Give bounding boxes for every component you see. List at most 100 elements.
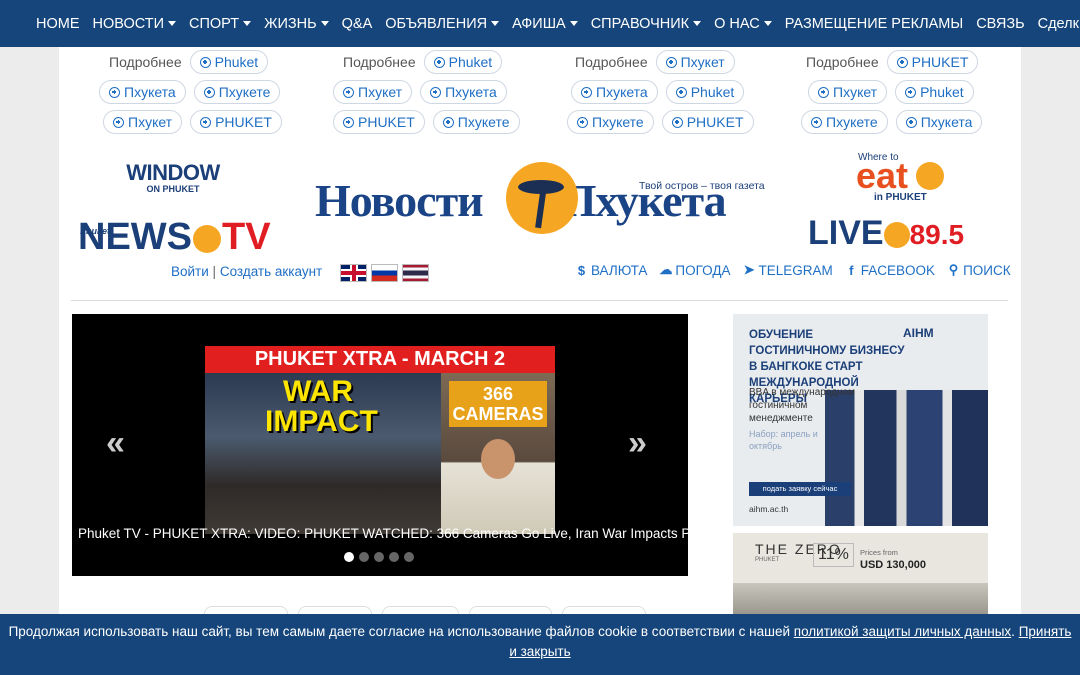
tag-chip[interactable]: Пхукета [895, 110, 983, 134]
nav-item[interactable]: HOME [36, 16, 80, 32]
tag-row: PHUKET Пхукете [333, 110, 528, 134]
nav-item[interactable]: СПРАВОЧНИК [590, 15, 702, 32]
plus-circle-icon [577, 116, 588, 128]
tag-chip-label: Пхукета [445, 84, 497, 100]
slider-dot[interactable] [359, 552, 369, 562]
tag-chip[interactable]: Пхукете [801, 110, 888, 134]
plus-circle-icon [343, 86, 354, 98]
cookie-period: . [1011, 624, 1015, 639]
phuket-news-tv-logo[interactable]: Phuket NEWS TV [78, 216, 271, 258]
tag-chip-label: Phuket [448, 54, 493, 70]
tag-chip-label: Phuket [690, 84, 735, 100]
tool-link-telegram[interactable]: ➤ TELEGRAM [743, 262, 833, 278]
flag-ru-icon[interactable] [371, 264, 398, 282]
more-label: Подробнее [109, 54, 182, 70]
main-logo-left: Новости [315, 175, 484, 226]
nav-item-label: РАЗМЕЩЕНИЕ РЕКЛАМЫ [784, 15, 964, 32]
tag-row: Пхукет Пхукета [333, 80, 528, 104]
tag-chip[interactable]: PHUKET [661, 110, 754, 134]
tag-chip-label: PHUKET [358, 114, 415, 130]
ad1-cta-button[interactable]: подать заявку сейчас [749, 482, 851, 496]
tag-chip[interactable]: Пхукете [432, 110, 520, 134]
tag-chip[interactable]: PHUKET [190, 110, 282, 134]
featured-slider[interactable]: PHUKET XTRA - MARCH 2 WAR IMPACT 366 CAM… [72, 314, 688, 576]
war-impact-text: WAR IMPACT [265, 375, 378, 438]
search-icon: ⚲ [948, 262, 959, 277]
tool-link-валюта[interactable]: $ ВАЛЮТА [575, 262, 648, 278]
tag-chip-label: Пхукет [358, 84, 403, 100]
tag-chip[interactable]: Phuket [189, 50, 269, 74]
tag-chip[interactable]: PHUKET [886, 50, 979, 74]
tag-chip[interactable]: PHUKET [333, 110, 425, 134]
tag-chip-label: Пхукет [680, 54, 725, 70]
tool-link-поиск[interactable]: ⚲ ПОИСК [947, 262, 1011, 278]
privacy-policy-link[interactable]: политикой защиты личных данных [794, 624, 1011, 639]
ad-the-zero[interactable]: THE ZERO PHUKET 11% Prices from USD 130,00… [733, 533, 988, 623]
slider-prev-arrow-icon[interactable]: « [106, 426, 125, 460]
nav-item[interactable]: СПОРТ [189, 16, 252, 32]
dollar-icon: $ [577, 262, 586, 278]
tool-link-погода[interactable]: ☁ ПОГОДА [659, 262, 730, 278]
tag-chip[interactable]: Пхукет [808, 80, 888, 104]
ad-aihm[interactable]: ОБУЧЕНИЕ ГОСТИНИЧНОМУ БИЗНЕСУ В БАНГКОКЕ… [733, 314, 988, 526]
live-radio-logo[interactable]: LIVE 89.5 [808, 214, 964, 254]
tag-column: Подробнее Phuket Пхукет Пхукета PHUKET Пхукет… [333, 50, 528, 140]
telegram-icon: ➤ [743, 262, 755, 277]
tag-row: Подробнее Phuket [333, 50, 528, 74]
tag-chip-label: Phuket [214, 54, 259, 70]
slide-image[interactable]: PHUKET XTRA - MARCH 2 WAR IMPACT 366 CAM… [205, 346, 555, 534]
nav-item[interactable]: ЖИЗНЬ [264, 16, 329, 32]
plus-circle-icon [675, 86, 687, 98]
tag-column: Подробнее Пхукет Пхукета Phuket Пхукете PHUKE… [567, 50, 762, 140]
slider-dot[interactable] [374, 552, 384, 562]
window-on-phuket-logo[interactable]: WINDOW ON PHUKET [126, 162, 220, 195]
flag-th-icon[interactable] [402, 264, 429, 282]
tag-chip[interactable]: Пхукета [99, 80, 186, 104]
live-frequency: 89.5 [909, 219, 965, 250]
slider-dot[interactable] [404, 552, 414, 562]
tag-chip[interactable]: Phuket [895, 80, 974, 104]
ad2-price: Prices from USD 130,000 [860, 547, 926, 572]
nav-item[interactable]: АФИША [512, 16, 578, 32]
plus-circle-icon [905, 116, 917, 128]
plus-circle-icon [199, 56, 211, 68]
tag-chip-label: Пхукете [218, 84, 271, 100]
tag-chip[interactable]: Пхукета [420, 80, 507, 104]
register-link[interactable]: Создать аккаунт [220, 264, 322, 279]
tag-chip[interactable]: Пхукете [193, 80, 281, 104]
chevron-down-icon [320, 21, 329, 26]
slider-dot[interactable] [344, 552, 354, 562]
nav-item[interactable]: РАЗМЕЩЕНИЕ РЕКЛАМЫ [785, 16, 963, 32]
nav-item[interactable]: СВЯЗЬ [976, 16, 1024, 32]
plus-circle-icon [430, 86, 442, 98]
slider-dot[interactable] [389, 552, 399, 562]
tag-chip[interactable]: Пхукет [333, 80, 413, 104]
tag-chip[interactable]: Пхукет [103, 110, 183, 134]
tag-chip-label: PHUKET [911, 54, 969, 70]
plus-circle-icon [109, 86, 120, 98]
slider-next-arrow-icon[interactable]: » [628, 426, 647, 460]
tool-label: FACEBOOK [860, 262, 936, 278]
plus-circle-icon [343, 116, 354, 128]
language-flags [340, 264, 433, 282]
login-link[interactable]: Войти [171, 264, 209, 279]
nav-item[interactable]: НОВОСТИ [93, 16, 176, 32]
main-site-logo[interactable]: Новости Пхукета Твой остров – твоя газета [315, 160, 765, 238]
tool-link-facebook[interactable]: f FACEBOOK [845, 262, 935, 278]
nav-item[interactable]: Q&A [342, 16, 373, 32]
eat-word: eat [856, 155, 909, 196]
tag-chip[interactable]: Пхукета [571, 80, 658, 104]
nav-item-label: СПРАВОЧНИК [590, 15, 690, 32]
nav-item[interactable]: О НАС [714, 16, 772, 32]
flag-uk-icon[interactable] [340, 264, 367, 282]
nav-item[interactable]: Сделки [1038, 16, 1080, 32]
tool-label: ПОГОДА [675, 262, 731, 278]
nav-item[interactable]: ОБЪЯВЛЕНИЯ [385, 16, 500, 32]
tag-chip[interactable]: Пхукет [655, 50, 735, 74]
tag-chip[interactable]: Phuket [423, 50, 503, 74]
tag-chip[interactable]: Phuket [665, 80, 745, 104]
palm-sun-icon [506, 162, 578, 234]
slide-caption[interactable]: Phuket TV - PHUKET XTRA: VIDEO: PHUKET W… [78, 526, 688, 541]
divider [71, 300, 1008, 301]
tag-chip[interactable]: Пхукете [567, 110, 654, 134]
